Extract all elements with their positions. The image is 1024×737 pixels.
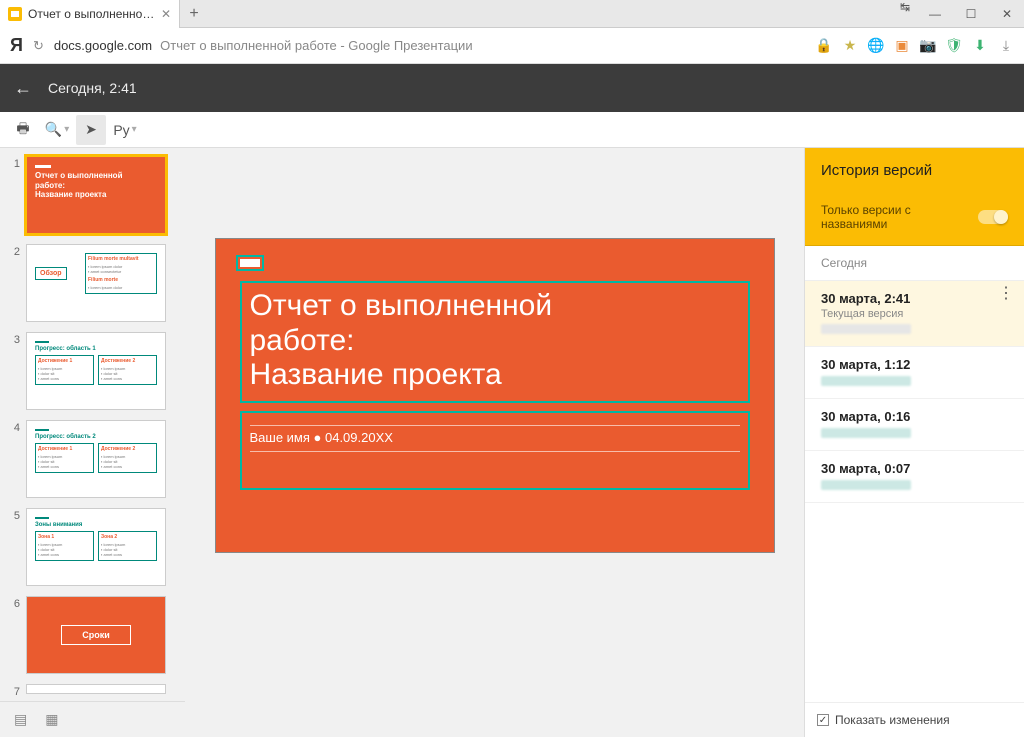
thumbnail-slide-7[interactable] (26, 684, 166, 694)
version-author-redacted (821, 376, 911, 386)
thumb-title-line: Отчет о выполненной (35, 171, 157, 181)
tab-close-icon[interactable]: ✕ (161, 7, 171, 21)
url-domain: docs.google.com (54, 38, 152, 53)
slide-number: 2 (6, 244, 20, 322)
back-arrow-icon[interactable]: ← (14, 78, 32, 99)
version-item[interactable]: 30 марта, 1:12 (805, 347, 1024, 399)
downloads-icon[interactable]: ⤓ (998, 38, 1014, 54)
extension-icon[interactable]: ▣ (894, 38, 910, 54)
main-area: 1 Отчет о выполненной работе: Название п… (0, 148, 1024, 737)
thumbnail-slide-4[interactable]: Прогресс: область 2 Достижение 1▪ lorem … (26, 420, 166, 498)
version-subtitle: Текущая версия (821, 308, 1008, 320)
print-button[interactable]: 🖶 (8, 115, 38, 145)
thumbnail-slide-1[interactable]: Отчет о выполненной работе: Название про… (26, 156, 166, 234)
toolbar: 🖶 🔍▾ ➤ Ру▾ (0, 112, 1024, 148)
camera-icon[interactable]: 📷 (920, 38, 936, 54)
address-bar: Я ↻ docs.google.com Отчет о выполненной … (0, 28, 1024, 64)
title-placeholder[interactable]: Отчет о выполненной работе: Название про… (240, 281, 750, 403)
view-mode-footer: ▤ ▦ (0, 701, 185, 737)
window-minimize-button[interactable]: — (918, 0, 952, 28)
thumbnail-slide-5[interactable]: Зоны внимания Зона 1▪ lorem ipsum▪ dolor… (26, 508, 166, 586)
version-author-redacted (821, 480, 911, 490)
version-history-panel: История версий Только версии с названиям… (804, 148, 1024, 737)
revision-header: ← Сегодня, 2:41 (0, 64, 1024, 112)
url-field[interactable]: docs.google.com Отчет о выполненной рабо… (54, 38, 806, 53)
thumbnail-slide-3[interactable]: Прогресс: область 1 Достижение 1▪ lorem … (26, 332, 166, 410)
version-author-redacted (821, 428, 911, 438)
accent-bar (240, 259, 260, 267)
window-close-button[interactable]: ✕ (990, 0, 1024, 28)
browser-tab[interactable]: Отчет о выполненной ра ✕ (0, 0, 180, 28)
slide-title-line: работе: (250, 324, 740, 359)
thumb-label: Зоны внимания (35, 522, 157, 528)
slide-number: 6 (6, 596, 20, 674)
version-time: 30 марта, 0:07 (821, 461, 1008, 476)
shield-icon[interactable]: 🛡 (946, 38, 962, 54)
tab-title: Отчет о выполненной ра (28, 7, 155, 21)
address-bar-icons: 🔒 ★ 🌐 ▣ 📷 🛡 ⬇ ⤓ (816, 38, 1014, 54)
version-day-header: Сегодня (805, 246, 1024, 281)
show-changes-row[interactable]: ✓ Показать изменения (805, 702, 1024, 737)
translate-icon[interactable]: 🌐 (868, 38, 884, 54)
revision-timestamp: Сегодня, 2:41 (48, 80, 137, 96)
version-history-title: История версий (805, 148, 1024, 193)
version-time: 30 марта, 1:12 (821, 357, 1008, 372)
slide-number: 1 (6, 156, 20, 234)
star-icon[interactable]: ★ (842, 38, 858, 54)
named-versions-toggle-row: Только версии с названиями (805, 193, 1024, 246)
language-tool-label: Ру (113, 122, 129, 138)
cursor-tool-button[interactable]: ➤ (76, 115, 106, 145)
version-item[interactable]: 30 марта, 0:16 (805, 399, 1024, 451)
lock-icon[interactable]: 🔒 (816, 38, 832, 54)
thumbnail-list[interactable]: 1 Отчет о выполненной работе: Название п… (0, 148, 185, 701)
show-changes-checkbox[interactable]: ✓ (817, 714, 829, 726)
slides-favicon-icon (8, 7, 22, 21)
zoom-button[interactable]: 🔍▾ (42, 115, 72, 145)
thumb-title-line: работе: (35, 181, 157, 191)
slide-number: 4 (6, 420, 20, 498)
slide-number: 7 (6, 684, 20, 698)
subtitle-placeholder[interactable]: Ваше имя ● 04.09.20XX (240, 411, 750, 490)
thumbnail-slide-2[interactable]: Обзор Filium morte multavit ▪ lorem ipsu… (26, 244, 166, 322)
version-time: 30 марта, 0:16 (821, 409, 1008, 424)
slide-title-line: Отчет о выполненной (250, 289, 740, 324)
filmstrip-view-icon[interactable]: ▤ (14, 711, 27, 728)
download-arrow-icon[interactable]: ⬇ (972, 38, 988, 54)
slide-number: 3 (6, 332, 20, 410)
slide[interactable]: Отчет о выполненной работе: Название про… (215, 238, 775, 553)
thumb-label: Прогресс: область 1 (35, 346, 157, 352)
thumb-title-line: Название проекта (35, 190, 157, 200)
thumbnail-panel: 1 Отчет о выполненной работе: Название п… (0, 148, 185, 737)
thumb-label: Сроки (61, 625, 131, 645)
yandex-logo-icon[interactable]: Я (10, 35, 23, 56)
language-tool[interactable]: Ру▾ (110, 115, 140, 145)
version-menu-icon[interactable]: ⋮ (998, 291, 1014, 297)
reload-icon[interactable]: ↻ (33, 38, 44, 54)
thumbnail-slide-6[interactable]: Сроки (26, 596, 166, 674)
slide-subtitle: Ваше имя ● 04.09.20XX (250, 430, 740, 445)
window-maximize-button[interactable]: ☐ (954, 0, 988, 28)
version-author-redacted (821, 324, 911, 334)
new-tab-button[interactable]: + (180, 5, 208, 23)
version-item[interactable]: 30 марта, 0:07 (805, 451, 1024, 503)
named-versions-toggle[interactable] (978, 210, 1008, 224)
slide-number: 5 (6, 508, 20, 586)
browser-tab-strip: Отчет о выполненной ра ✕ + ↹ — ☐ ✕ (0, 0, 1024, 28)
version-time: 30 марта, 2:41 (821, 291, 1008, 306)
version-item-current[interactable]: 30 марта, 2:41 Текущая версия ⋮ (805, 281, 1024, 347)
slide-canvas[interactable]: Отчет о выполненной работе: Название про… (185, 148, 804, 737)
slide-title-line: Название проекта (250, 358, 740, 393)
grid-view-icon[interactable]: ▦ (45, 711, 58, 728)
thumb-label: Обзор (35, 267, 67, 280)
url-page-title: Отчет о выполненной работе - Google През… (160, 38, 472, 53)
window-resize-icon: ↹ (894, 0, 916, 28)
show-changes-label: Показать изменения (835, 713, 950, 727)
named-versions-label: Только версии с названиями (821, 203, 951, 231)
thumb-label: Прогресс: область 2 (35, 434, 157, 440)
